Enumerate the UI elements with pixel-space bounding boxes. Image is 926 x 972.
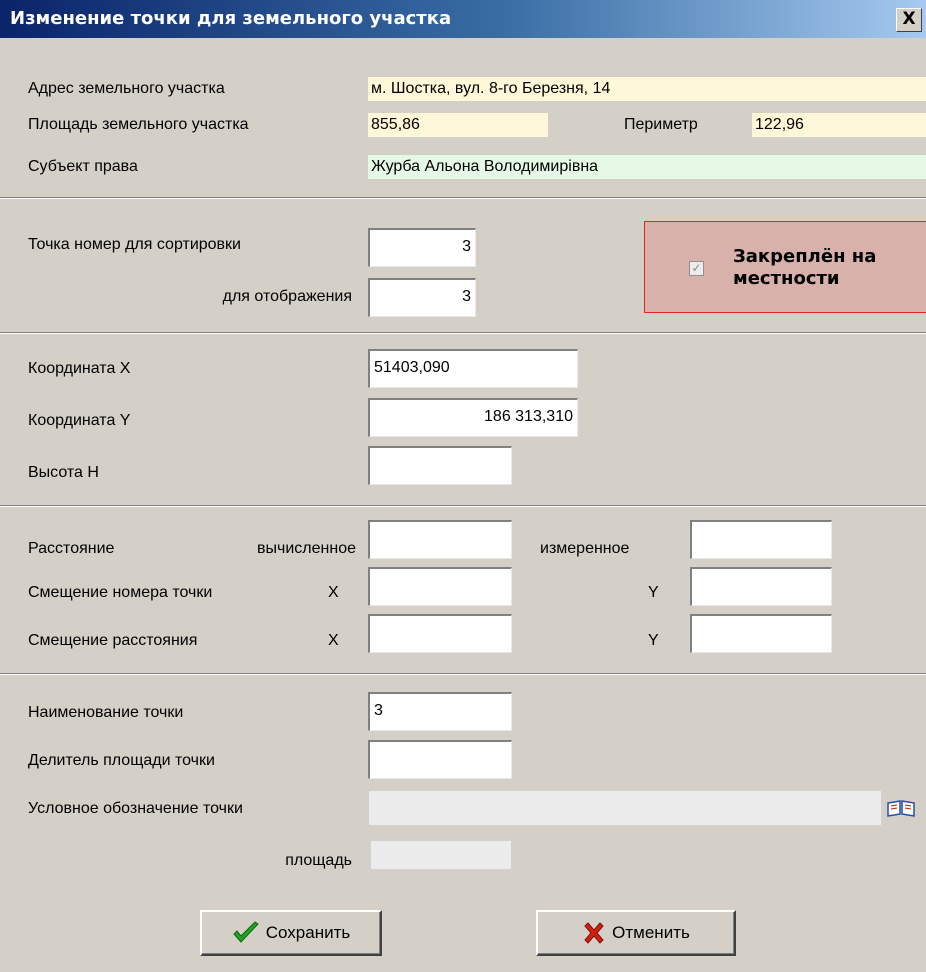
perimeter-value: 122,96 <box>752 113 926 137</box>
point-offset-x-input[interactable] <box>368 567 512 606</box>
subject-label: Субъект права <box>28 158 138 175</box>
symbol-area-label: площадь <box>285 852 352 869</box>
area-divisor-input[interactable] <box>368 740 512 779</box>
area-value: 855,86 <box>368 113 548 137</box>
measured-distance-label: измеренное <box>540 540 630 557</box>
cross-icon <box>584 922 604 944</box>
distance-label: Расстояние <box>28 540 115 557</box>
display-number-label: для отображения <box>222 288 352 305</box>
window-title: Изменение точки для земельного участка <box>10 8 452 29</box>
area-label: Площадь земельного участка <box>28 116 249 133</box>
computed-distance-label: вычисленное <box>257 540 356 557</box>
point-offset-y-label: Y <box>648 584 659 601</box>
distance-offset-y-input[interactable] <box>690 614 832 653</box>
point-name-input[interactable]: 3 <box>368 692 512 731</box>
perimeter-label: Периметр <box>624 116 698 133</box>
point-symbol-input[interactable] <box>368 790 882 826</box>
fixed-on-terrain-panel[interactable]: ✓ Закреплён на местности <box>644 221 926 313</box>
measured-distance-input[interactable] <box>690 520 832 559</box>
display-number-input[interactable]: 3 <box>368 278 476 317</box>
sort-number-input[interactable]: 3 <box>368 228 476 267</box>
coord-y-label: Координата Y <box>28 412 131 429</box>
distance-offset-label: Смещение расстояния <box>28 632 198 649</box>
fixed-on-terrain-checkbox[interactable]: ✓ <box>689 261 704 276</box>
symbol-area-field <box>370 840 512 870</box>
distance-offset-y-label: Y <box>648 632 659 649</box>
point-offset-y-input[interactable] <box>690 567 832 606</box>
separator <box>0 332 926 334</box>
height-input[interactable] <box>368 446 512 485</box>
distance-offset-x-input[interactable] <box>368 614 512 653</box>
height-label: Высота Н <box>28 464 99 481</box>
separator <box>0 197 926 199</box>
cancel-button[interactable]: Отменить <box>536 910 736 956</box>
separator <box>0 505 926 507</box>
coord-y-input[interactable]: 186 313,310 <box>368 398 578 437</box>
area-divisor-label: Делитель площади точки <box>28 752 215 769</box>
point-offset-x-label: X <box>328 584 339 601</box>
sort-number-label: Точка номер для сортировки <box>28 236 241 253</box>
coord-x-input[interactable]: 51403,090 <box>368 349 578 388</box>
point-symbol-label: Условное обозначение точки <box>28 800 243 817</box>
subject-value: Журба Альона Володимирівна <box>368 155 926 179</box>
coord-x-label: Координата X <box>28 360 131 377</box>
save-button[interactable]: Сохранить <box>200 910 382 956</box>
separator <box>0 673 926 675</box>
point-name-label: Наименование точки <box>28 704 184 721</box>
fixed-on-terrain-label: Закреплён на местности <box>733 246 876 290</box>
book-icon[interactable] <box>886 798 916 823</box>
fixed-label-line2: местности <box>733 268 840 289</box>
save-button-label: Сохранить <box>265 923 351 942</box>
close-button[interactable]: X <box>896 8 922 32</box>
point-offset-label: Смещение номера точки <box>28 584 213 601</box>
distance-offset-x-label: X <box>328 632 339 649</box>
title-bar: Изменение точки для земельного участка X <box>0 0 926 38</box>
cancel-button-label: Отменить <box>612 923 690 942</box>
check-icon <box>233 921 259 943</box>
computed-distance-input[interactable] <box>368 520 512 559</box>
address-label: Адрес земельного участка <box>28 80 225 97</box>
fixed-label-line1: Закреплён на <box>733 246 877 267</box>
address-value: м. Шостка, вул. 8-го Березня, 14 <box>368 77 926 101</box>
